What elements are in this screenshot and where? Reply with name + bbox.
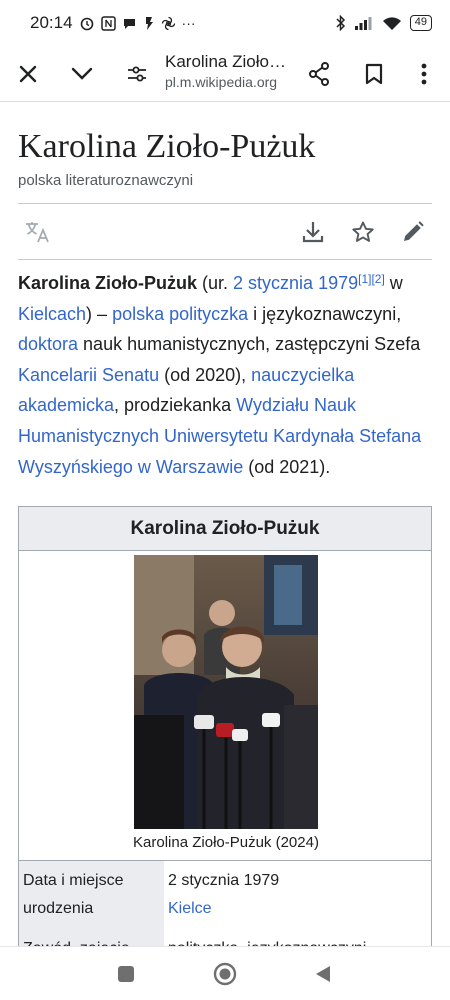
intro-text: i językoznawczyni, <box>248 303 402 324</box>
recents-square-icon <box>118 966 134 982</box>
edit-button[interactable] <box>398 217 428 247</box>
article-intro: Karolina Zioło-Pużuk (ur. 2 stycznia 197… <box>18 268 432 482</box>
home-button[interactable] <box>212 961 238 987</box>
status-system-icons: 49 <box>336 15 432 31</box>
chancellery-link[interactable]: Kancelarii Senatu <box>18 365 159 385</box>
portrait-photo[interactable] <box>134 555 318 829</box>
status-time: 20:14 <box>30 13 73 32</box>
site-settings-button[interactable] <box>123 60 151 88</box>
download-button[interactable] <box>298 217 328 247</box>
address-area[interactable]: Karolina Zioło… pl.m.wikipedia.org <box>165 52 295 90</box>
birth-date-link[interactable]: 2 stycznia 1979 <box>233 273 358 293</box>
photo-illustration <box>134 555 318 829</box>
back-triangle-icon <box>316 966 330 982</box>
signal-icon <box>354 17 372 30</box>
share-icon <box>309 62 329 86</box>
status-bar: 20:14 ··· 49 <box>0 0 450 46</box>
flag-icon <box>145 16 153 30</box>
intro-text: , prodziekanka <box>114 395 237 416</box>
intro-text: (od 2020), <box>159 364 252 385</box>
bluetooth-icon <box>336 15 345 31</box>
watch-button[interactable] <box>348 217 378 247</box>
subject-name: Karolina Zioło-Pużuk <box>18 273 198 293</box>
reference-2-link[interactable]: [2] <box>371 272 384 286</box>
nfc-icon <box>100 15 116 31</box>
intro-text: ) – <box>86 303 113 324</box>
infobox-row-birth: Data i miejsce urodzenia 2 stycznia 1979… <box>19 861 431 929</box>
close-tab-button[interactable] <box>14 60 42 88</box>
browser-toolbar: Karolina Zioło… pl.m.wikipedia.org <box>0 46 450 102</box>
page-actions-bar <box>0 214 450 250</box>
bookmark-icon <box>365 63 383 85</box>
page-title: Karolina Zioło-Pużuk <box>18 128 316 165</box>
status-notification-icons: ··· <box>79 15 196 31</box>
more-vert-icon <box>421 63 427 85</box>
close-icon <box>19 65 37 83</box>
tune-icon <box>128 66 146 82</box>
politician-link[interactable]: polska polityczka <box>112 304 248 324</box>
intro-text: (ur. <box>197 273 234 293</box>
star-icon <box>352 221 374 242</box>
more-notifications-icon: ··· <box>181 15 196 31</box>
infobox: Karolina Zioło-Pużuk Karolina Zioło-Pużu… <box>18 506 432 966</box>
translate-icon <box>26 222 49 243</box>
collapse-button[interactable] <box>68 60 96 88</box>
alarm-icon <box>80 17 93 31</box>
page-description: polska literaturoznawczyni <box>18 172 194 189</box>
infobox-label: Data i miejsce urodzenia <box>19 861 164 929</box>
doctor-link[interactable]: doktora <box>18 334 78 354</box>
back-button[interactable] <box>310 961 336 987</box>
system-navigation-bar <box>0 946 450 1000</box>
battery-indicator: 49 <box>409 15 432 31</box>
birthplace-value-link[interactable]: Kielce <box>168 895 427 923</box>
share-button[interactable] <box>305 60 333 88</box>
title-divider <box>18 203 432 204</box>
birth-date-value: 2 stycznia 1979 <box>168 872 280 889</box>
reference-1-link[interactable]: [1] <box>358 272 371 286</box>
infobox-image-cell: Karolina Zioło-Pużuk (2024) <box>19 551 431 861</box>
chevron-down-icon <box>71 67 93 80</box>
tab-title: Karolina Zioło… <box>165 52 286 71</box>
download-icon <box>302 222 324 243</box>
page-url: pl.m.wikipedia.org <box>165 74 278 90</box>
wifi-icon <box>382 16 401 30</box>
menu-button[interactable] <box>410 60 438 88</box>
infobox-caption: Karolina Zioło-Pużuk (2024) <box>133 834 319 851</box>
intro-text: (od 2021). <box>243 456 331 477</box>
message-icon <box>123 18 135 29</box>
recents-button[interactable] <box>113 961 139 987</box>
language-button[interactable] <box>22 217 52 247</box>
intro-text: w <box>384 273 403 293</box>
pencil-icon <box>404 221 424 241</box>
actions-divider <box>18 259 432 260</box>
intro-text: nauk humanistycznych, zastępczyni Szefa <box>78 334 421 355</box>
home-circle-icon <box>213 962 237 986</box>
infobox-title: Karolina Zioło-Pużuk <box>19 507 431 551</box>
infobox-value: 2 stycznia 1979 Kielce <box>164 861 431 929</box>
bookmark-button[interactable] <box>360 60 388 88</box>
pinwheel-icon <box>161 16 175 30</box>
birthplace-link[interactable]: Kielcach <box>18 304 86 324</box>
